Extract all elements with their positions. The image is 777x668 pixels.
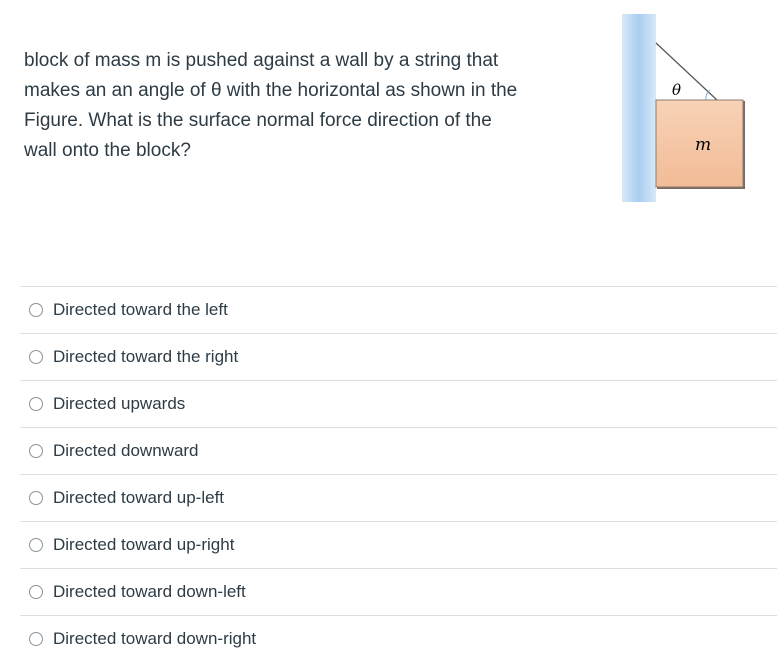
answer-option[interactable]: Directed toward the left <box>20 286 777 333</box>
answer-label: Directed upwards <box>53 394 186 413</box>
radio-button[interactable] <box>29 632 43 646</box>
angle-label: θ <box>672 81 681 99</box>
radio-button[interactable] <box>29 350 43 364</box>
radio-button[interactable] <box>29 444 43 458</box>
answer-label: Directed toward up-left <box>53 488 225 507</box>
answer-list: Directed toward the left Directed toward… <box>20 286 777 662</box>
mass-label: m <box>695 135 711 155</box>
wall <box>622 14 656 202</box>
answer-option[interactable]: Directed downward <box>20 427 777 474</box>
angle-arc <box>705 89 711 101</box>
answer-option[interactable]: Directed toward down-left <box>20 568 777 615</box>
answer-label: Directed toward up-right <box>53 535 235 554</box>
answer-label: Directed downward <box>53 441 199 460</box>
physics-figure: θ m <box>620 14 750 204</box>
question-text: block of mass m is pushed against a wall… <box>24 50 518 161</box>
answer-label: Directed toward down-left <box>53 582 246 601</box>
radio-button[interactable] <box>29 303 43 317</box>
answer-option[interactable]: Directed upwards <box>20 380 777 427</box>
answer-option[interactable]: Directed toward down-right <box>20 615 777 662</box>
answer-label: Directed toward the left <box>53 300 228 319</box>
answer-option[interactable]: Directed toward up-right <box>20 521 777 568</box>
radio-button[interactable] <box>29 538 43 552</box>
answer-label: Directed toward the right <box>53 347 239 366</box>
radio-button[interactable] <box>29 585 43 599</box>
radio-button[interactable] <box>29 491 43 505</box>
answer-label: Directed toward down-right <box>53 629 257 648</box>
answer-option[interactable]: Directed toward the right <box>20 333 777 380</box>
radio-button[interactable] <box>29 397 43 411</box>
answer-option[interactable]: Directed toward up-left <box>20 474 777 521</box>
